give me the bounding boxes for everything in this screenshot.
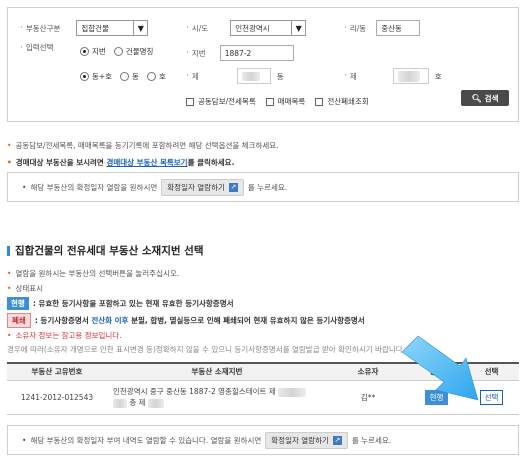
radio-ho[interactable]: 호 <box>147 71 166 82</box>
checkbox-closed-search[interactable]: 전산폐쇄조회 <box>315 96 369 107</box>
current-badge: 현행 <box>7 297 29 310</box>
property-address: 인천광역시 중구 중산동 1887-2 영종힐스테이트 제 층 제 <box>107 380 327 415</box>
jibun-input[interactable]: 1887-2 <box>219 45 294 61</box>
checkbox-mortgage-list[interactable]: 공동담보/전세목록 <box>186 96 256 107</box>
radio-off-icon <box>113 47 123 56</box>
col-header-select: 선택 <box>464 362 519 381</box>
dong-label: · 리/동 <box>344 23 367 33</box>
select-instruction: • 열람을 원하시는 부동산의 선택버튼을 눌러주십시오. <box>7 269 180 278</box>
ho-number-input[interactable] <box>392 68 429 84</box>
col-header-address: 부동산 소재지번 <box>107 362 327 381</box>
closed-badge: 폐쇄 <box>7 313 31 328</box>
owner-note: • 소유자 정보는 참고용 정보입니다. <box>7 331 122 340</box>
property-table: 부동산 고유번호 부동산 소재지번 소유자 상태 선택 1241-2012-01… <box>7 362 519 415</box>
radio-dong[interactable]: 동 <box>120 71 139 82</box>
note-options: • 공동담보/전세목록, 매매목록을 등기기록에 포함하려면 해당 선택옵션을 체… <box>7 141 279 150</box>
radio-off-icon <box>147 72 156 81</box>
notes: • 공동담보/전세목록, 매매목록을 등기기록에 포함하려면 해당 선택옵션을 체… <box>7 140 279 174</box>
radio-building-name[interactable]: 건물명칭 <box>113 46 153 57</box>
redacted-value <box>397 70 420 82</box>
table-row: 1241-2012-012543 인천광역시 중구 중산동 1887-2 영종힐… <box>7 380 519 415</box>
property-type-label: · 부동산구분 <box>20 23 61 33</box>
checkbox-icon <box>315 97 324 106</box>
ho-number-label: · 제 <box>344 71 357 81</box>
fixed-date-info-box: • 해당 부동산의 확정일자 열람을 원하시면 확정일자 열람하기 ↗ 를 누르세… <box>7 172 519 202</box>
radio-dong-ho[interactable]: 동+호 <box>80 71 112 82</box>
legend-current: 현행: 유효한 등기사항을 포함하고 있는 현재 유효한 등기사항증명서 <box>7 297 234 310</box>
status-badge: 현행 <box>424 389 449 405</box>
col-header-status: 상태 <box>409 362 464 381</box>
title-bar-icon <box>7 245 10 256</box>
redacted-value <box>113 398 127 408</box>
select-cell: 선택 <box>464 380 519 415</box>
chevron-down-icon: ▼ <box>291 21 305 35</box>
chevron-down-icon: ▼ <box>133 21 147 35</box>
col-header-owner: 소유자 <box>327 362 409 381</box>
checkbox-icon <box>186 97 194 106</box>
dong-input[interactable]: 중산동 <box>376 20 421 36</box>
checkbox-sale-list[interactable]: 매매목록 <box>265 96 305 107</box>
jibun-label: · 지번 <box>186 48 206 58</box>
radio-on-icon <box>80 47 89 56</box>
sido-select[interactable]: 인천광역시 ▼ <box>230 20 307 36</box>
col-header-id: 부동산 고유번호 <box>7 362 107 381</box>
auction-list-link[interactable]: 경매대상 부동산 목록보기 <box>106 158 187 167</box>
dong-number-label: · 제 <box>186 71 199 81</box>
input-select-label: · 입력선택 <box>20 42 54 53</box>
status-cell: 현행 <box>409 380 464 415</box>
search-button[interactable]: 🔍︎ 검색 <box>461 90 509 106</box>
redacted-value <box>278 387 307 397</box>
legend-closed: 폐쇄: 등기사항증명서 전산화 이후 분필, 합병, 멸실등으로 인해 폐쇄되어… <box>7 313 365 328</box>
owner-name: 김** <box>327 380 409 415</box>
property-type-select[interactable]: 집합건물 ▼ <box>76 20 149 36</box>
radio-off-icon <box>120 72 130 81</box>
select-button[interactable]: 선택 <box>479 389 504 405</box>
property-id: 1241-2012-012543 <box>7 380 107 415</box>
fixed-date-view-button[interactable]: 확정일자 열람하기 ↗ <box>161 178 244 196</box>
note-auction: • 경매대상 부동산을 보시려면 경매대상 부동산 목록보기를 클릭하세요. <box>7 158 235 167</box>
fixed-date-history-box: • 해당 부동산의 확정일자 부여 내역도 열람할 수 있습니다. 열람을 원하… <box>7 425 519 455</box>
dong-number-input[interactable] <box>236 68 271 84</box>
radio-jibun[interactable]: 지번 <box>80 46 106 57</box>
checkbox-icon <box>265 97 274 106</box>
radio-on-icon <box>80 72 89 81</box>
fixed-date-history-button[interactable]: 확정일자 열람하기 ↗ <box>265 431 348 449</box>
search-icon: 🔍︎ <box>471 93 482 103</box>
sido-label: · 시/도 <box>186 23 209 33</box>
external-link-icon: ↗ <box>228 182 238 192</box>
status-legend-label: • 상태표시 <box>7 284 44 293</box>
redacted-value <box>147 398 164 408</box>
redacted-value <box>241 71 260 81</box>
external-link-icon: ↗ <box>332 435 342 445</box>
section-title: 집합건물의 전유세대 부동산 소재지번 선택 <box>7 243 204 258</box>
search-panel: · 부동산구분 집합건물 ▼ · 시/도 인천광역시 ▼ · 리/동 중산동 · 입력선… <box>7 7 519 122</box>
accuracy-warning: 경우에 따라(소유자 개명으로 인한 표시변경 등)정확하지 않을 수 있으니 … <box>7 345 406 354</box>
